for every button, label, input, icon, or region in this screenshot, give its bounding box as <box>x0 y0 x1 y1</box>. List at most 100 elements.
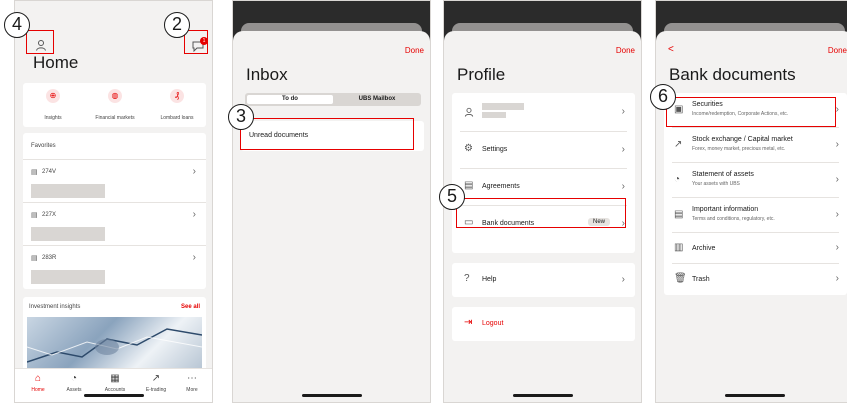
profile-settings-card: › ⚙ Settings › ▤ Agreements › ▭ Bank doc… <box>452 93 635 253</box>
done-button[interactable]: Done <box>828 46 847 55</box>
home-indicator <box>83 394 144 397</box>
insights-link[interactable]: ⊕ Insights <box>31 89 75 121</box>
tab-home-label: Home <box>31 387 45 393</box>
inbox-sheet: Done Inbox To do UBS Mailbox Unread docu… <box>233 31 430 402</box>
tab-accounts[interactable]: ▦ Accounts <box>97 373 133 393</box>
chevron-right-icon: › <box>835 174 839 185</box>
insights-icon: ⊕ <box>46 89 60 103</box>
agreements-label: Agreements <box>482 183 520 190</box>
redacted-id <box>482 112 506 118</box>
chevron-right-icon: › <box>835 242 839 253</box>
chart-illustration-icon <box>27 328 202 363</box>
gear-icon: ⚙ <box>464 143 473 154</box>
lombard-loans-label: Lombard loans <box>160 115 194 121</box>
chevron-right-icon: › <box>621 106 625 117</box>
chevron-right-icon: › <box>192 209 196 220</box>
home-screen: 1 Home ⊕ Insights ◍ Financial markets ₰ … <box>14 0 213 403</box>
favorite-label: 274V <box>42 169 57 175</box>
favorite-row[interactable]: ▤ 283R › <box>23 246 206 288</box>
done-button[interactable]: Done <box>405 46 424 55</box>
insights-label: Insights <box>44 115 62 121</box>
redacted-name <box>482 103 524 110</box>
investment-insights-card: Investment insights See all <box>23 297 206 371</box>
tab-ubs-mailbox[interactable]: UBS Mailbox <box>335 95 419 104</box>
chevron-right-icon: › <box>621 274 625 285</box>
chevron-right-icon: › <box>192 166 196 177</box>
document-icon: ▤ <box>674 209 684 220</box>
logout-label: Logout <box>482 320 504 327</box>
person-icon <box>464 107 474 117</box>
favorite-row[interactable]: ▤ 227X › <box>23 203 206 245</box>
tab-home[interactable]: ⌂ Home <box>23 373 53 393</box>
bank-documents-screen: < Done Bank documents ▣ Securities Incom… <box>655 0 847 403</box>
logout-card[interactable]: ⇥ Logout <box>452 307 635 341</box>
list-item-stock-exchange[interactable]: ↗ Stock exchange / Capital market Forex,… <box>664 128 847 162</box>
see-all-link[interactable]: See all <box>181 304 200 310</box>
redacted-value <box>31 184 105 198</box>
lombard-loans-link[interactable]: ₰ Lombard loans <box>153 89 201 121</box>
tab-etrading[interactable]: ↗ E-trading <box>139 373 173 393</box>
step-callout: 4 <box>4 12 30 38</box>
settings-label: Settings <box>482 146 508 153</box>
trend-icon: ↗ <box>674 139 683 150</box>
list-item-archive[interactable]: ▥ Archive › <box>664 233 847 263</box>
back-button[interactable]: < <box>668 44 674 55</box>
page-title: Bank documents <box>669 65 796 84</box>
list-item-statement[interactable]: ◔ Statement of assets Your assets with U… <box>664 163 847 197</box>
pie-chart-icon: ◔ <box>674 174 681 185</box>
globe-icon: ◍ <box>108 89 122 103</box>
trash-icon: 🗑 <box>674 273 687 284</box>
redacted-value <box>31 270 105 284</box>
tab-todo[interactable]: To do <box>247 95 333 104</box>
coins-icon: ₰ <box>170 89 184 103</box>
list-item-label: Statement of assets <box>692 171 754 178</box>
home-indicator <box>724 394 785 397</box>
document-icon: ▤ <box>31 212 38 219</box>
chevron-right-icon: › <box>835 104 839 115</box>
tab-assets-label: Assets <box>66 387 82 393</box>
tab-more-label: More <box>186 387 198 393</box>
highlight-bank-documents <box>456 198 626 228</box>
list-item-sub: Your assets with UBS <box>692 181 740 187</box>
chevron-right-icon: › <box>835 209 839 220</box>
chevron-right-icon: › <box>835 273 839 284</box>
pie-chart-icon: ◔ <box>70 373 78 384</box>
accounts-icon: ▦ <box>110 373 120 384</box>
step-callout: 3 <box>228 104 254 130</box>
user-row[interactable]: › <box>452 93 635 131</box>
chevron-right-icon: › <box>835 139 839 150</box>
highlight-securities <box>666 97 836 127</box>
tab-assets[interactable]: ◔ Assets <box>59 373 89 393</box>
list-item-sub: Terms and conditions, regulatory, etc. <box>692 216 775 222</box>
archive-icon: ▥ <box>674 242 684 253</box>
tab-more[interactable]: ⋯ More <box>177 373 207 393</box>
financial-markets-link[interactable]: ◍ Financial markets <box>85 89 145 121</box>
settings-row[interactable]: ⚙ Settings › <box>452 132 635 168</box>
more-icon: ⋯ <box>187 373 197 384</box>
redacted-value <box>31 227 105 241</box>
tab-accounts-label: Accounts <box>104 387 126 393</box>
tutorial-stage: 1 Home ⊕ Insights ◍ Financial markets ₰ … <box>0 0 847 403</box>
step-callout: 2 <box>164 12 190 38</box>
help-card[interactable]: ? Help › <box>452 263 635 297</box>
home-indicator <box>512 394 573 397</box>
page-title: Profile <box>457 65 506 84</box>
favorites-card: Favorites ▤ 274V › ▤ 227X › ▤ 283R › <box>23 133 206 289</box>
document-icon: ▤ <box>464 180 474 191</box>
list-item-important-info[interactable]: ▤ Important information Terms and condit… <box>664 198 847 232</box>
home-indicator <box>301 394 362 397</box>
logout-icon: ⇥ <box>464 317 473 328</box>
done-button[interactable]: Done <box>616 46 635 55</box>
help-icon: ? <box>464 273 470 284</box>
insight-image[interactable] <box>27 317 202 369</box>
favorite-label: 227X <box>42 212 57 218</box>
list-item-label: Archive <box>692 245 716 252</box>
highlight-messages <box>184 30 208 54</box>
list-item-label: Important information <box>692 206 759 213</box>
help-label: Help <box>482 276 497 283</box>
favorite-row[interactable]: ▤ 274V › <box>23 160 206 202</box>
chevron-right-icon: › <box>621 144 625 155</box>
document-icon: ▤ <box>31 255 38 262</box>
highlight-unread <box>240 118 414 150</box>
list-item-trash[interactable]: 🗑 Trash › <box>664 264 847 294</box>
